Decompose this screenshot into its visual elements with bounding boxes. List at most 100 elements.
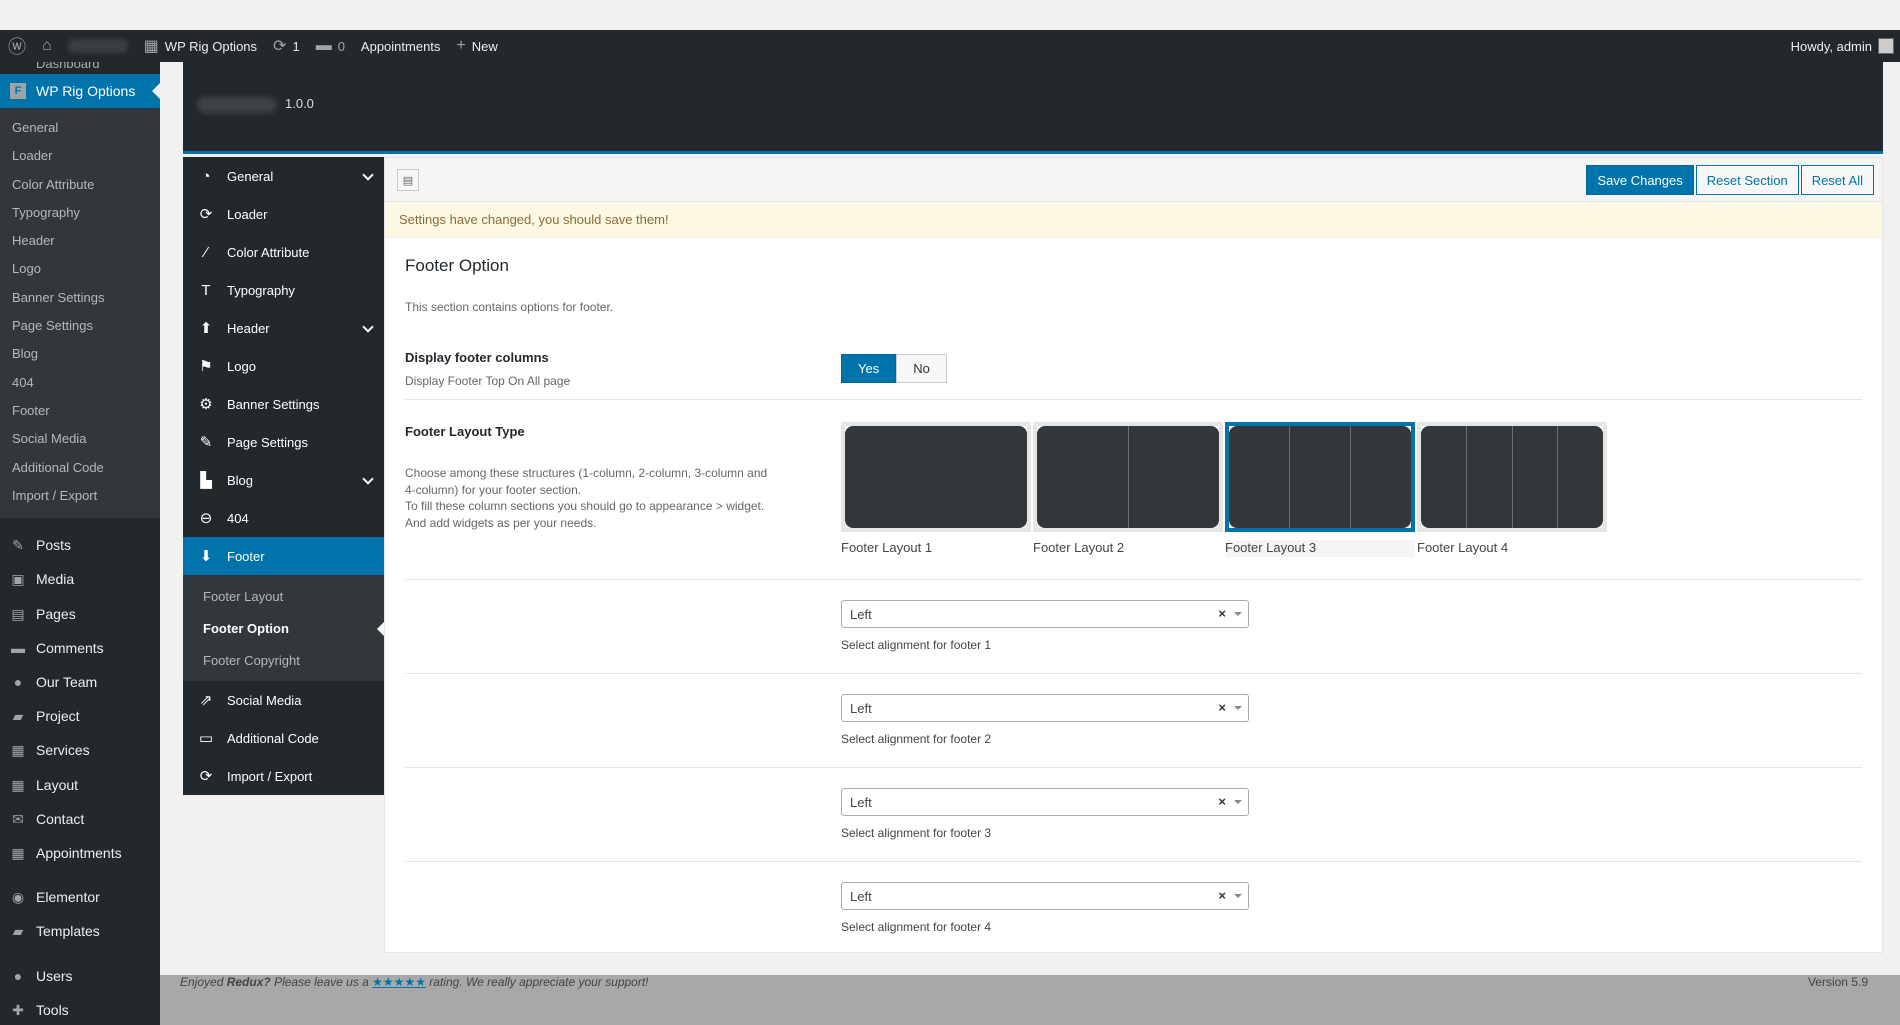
submenu-item-404[interactable]: 404 <box>0 369 160 397</box>
sidebar-item-pages[interactable]: ▤ Pages <box>0 597 160 631</box>
submenu-item-logo[interactable]: Logo <box>0 255 160 283</box>
submenu-item-footer[interactable]: Footer <box>0 397 160 425</box>
updates-link[interactable]: ⟳ 1 <box>265 30 308 62</box>
sidebar-item-our-team[interactable]: ● Our Team <box>0 665 160 699</box>
submenu-item-blog[interactable]: Blog <box>0 340 160 368</box>
expand-options-button[interactable]: ▤ <box>397 169 419 191</box>
submenu-item-header[interactable]: Header <box>0 227 160 255</box>
reset-section-button[interactable]: Reset Section <box>1695 165 1799 195</box>
dropdown-arrow-icon[interactable] <box>1234 706 1242 714</box>
sidebar-item-templates[interactable]: ▰ Templates <box>0 914 160 948</box>
footer-layout-option[interactable]: Footer Layout 1 <box>841 422 1031 557</box>
select-value: Left <box>850 888 872 904</box>
submenu-item-loader[interactable]: Loader <box>0 142 160 170</box>
alignment-select-footer-2[interactable]: Left × <box>841 694 1249 722</box>
subnav-item-footer-copyright[interactable]: Footer Copyright <box>183 645 384 677</box>
nav-item-social-media[interactable]: ⇗ Social Media <box>183 681 384 719</box>
nav-item-blog[interactable]: ▙ Blog <box>183 461 384 499</box>
nav-item-banner-settings[interactable]: ⚙ Banner Settings <box>183 385 384 423</box>
layout-column <box>1229 426 1290 528</box>
subnav-item-footer-layout[interactable]: Footer Layout <box>183 581 384 613</box>
footer-layout-option[interactable]: Footer Layout 2 <box>1033 422 1223 557</box>
footer-layout-option[interactable]: Footer Layout 3 <box>1225 422 1415 557</box>
nav-item-color-attribute[interactable]: ⁄ Color Attribute <box>183 233 384 271</box>
updates-count: 1 <box>292 38 300 54</box>
sidebar-item-appointments[interactable]: ▦ Appointments <box>0 836 160 870</box>
nav-item-logo[interactable]: ⚑ Logo <box>183 347 384 385</box>
alignment-select-footer-4[interactable]: Left × <box>841 882 1249 910</box>
sidebar-item-users[interactable]: ● Users <box>0 958 160 992</box>
reset-all-button[interactable]: Reset All <box>1800 165 1874 195</box>
nav-item-loader[interactable]: ⟳ Loader <box>183 195 384 233</box>
my-account[interactable]: Howdy, admin <box>1791 38 1900 54</box>
services-icon: ▦ <box>11 742 25 759</box>
admin-bar: ⓦ ⌂ ▦ WP Rig Options ⟳ 1 ▬ 0 Appointments +… <box>0 30 1900 62</box>
alignment-row-footer-3: Left × Select alignment for footer 3 <box>405 768 1862 862</box>
nav-item-footer[interactable]: ⬇ Footer <box>183 537 384 575</box>
sidebar-item-dashboard[interactable]: Dashboard <box>0 62 160 74</box>
submenu-item-additional-code[interactable]: Additional Code <box>0 454 160 482</box>
comments-count: 0 <box>337 38 345 54</box>
new-link[interactable]: + New <box>448 30 505 62</box>
nav-item-label: Color Attribute <box>227 244 310 260</box>
sidebar-item-layout[interactable]: ▦ Layout <box>0 767 160 801</box>
thanks-pre: Enjoyed <box>180 975 224 989</box>
nav-item-additional-code[interactable]: ▭ Additional Code <box>183 719 384 757</box>
sidebar-item-label: Project <box>36 708 80 725</box>
alignment-select-footer-3[interactable]: Left × <box>841 788 1249 816</box>
clear-icon[interactable]: × <box>1218 794 1226 809</box>
footer-layout-option[interactable]: Footer Layout 4 <box>1417 422 1607 557</box>
subnav-item-footer-option[interactable]: Footer Option <box>183 613 384 645</box>
folder-icon: ▰ <box>12 708 24 725</box>
alignment-select-footer-1[interactable]: Left × <box>841 600 1249 628</box>
sidebar-item-label: Posts <box>36 537 72 554</box>
site-title-link[interactable]: ▦ WP Rig Options <box>136 30 265 62</box>
dropdown-arrow-icon[interactable] <box>1234 612 1242 620</box>
sidebar-item-media[interactable]: ▣ Media <box>0 562 160 596</box>
save-changes-button[interactable]: Save Changes <box>1586 165 1694 195</box>
nav-item-general[interactable]: ◔ General <box>183 157 384 195</box>
submenu-item-page-settings[interactable]: Page Settings <box>0 312 160 340</box>
nav-item-404[interactable]: ⊖ 404 <box>183 499 384 537</box>
no-toggle[interactable]: No <box>896 354 947 383</box>
sidebar-item-contact[interactable]: ✉ Contact <box>0 802 160 836</box>
clear-icon[interactable]: × <box>1218 606 1226 621</box>
layout-column <box>1513 426 1559 528</box>
appointments-link[interactable]: Appointments <box>353 30 449 62</box>
sidebar-item-posts[interactable]: ✎ Posts <box>0 528 160 562</box>
comments-link[interactable]: ▬ 0 <box>308 30 353 62</box>
submenu-item-color-attribute[interactable]: Color Attribute <box>0 171 160 199</box>
submenu-item-import-export[interactable]: Import / Export <box>0 482 160 510</box>
wp-logo-icon[interactable]: ⓦ <box>0 30 34 62</box>
sidebar-item-project[interactable]: ▰ Project <box>0 699 160 733</box>
submenu-item-typography[interactable]: Typography <box>0 199 160 227</box>
sidebar-item-comments[interactable]: ▬ Comments <box>0 631 160 665</box>
nav-item-header[interactable]: ⬆ Header <box>183 309 384 347</box>
rating-link[interactable]: ★★★★★ <box>372 975 426 989</box>
clear-icon[interactable]: × <box>1218 700 1226 715</box>
nav-item-page-settings[interactable]: ✎ Page Settings <box>183 423 384 461</box>
yes-toggle[interactable]: Yes <box>841 354 897 383</box>
alignment-select-wrap: Left × Select alignment for footer 2 <box>841 694 1249 746</box>
sidebar-item-elementor[interactable]: ◉ Elementor <box>0 880 160 914</box>
dropdown-arrow-icon[interactable] <box>1234 894 1242 902</box>
menu-separator <box>0 870 160 880</box>
layout-type-row: Footer Layout Type Choose among these st… <box>405 400 1862 580</box>
home-icon[interactable]: ⌂ <box>34 30 60 62</box>
sidebar-item-wp-rig-options[interactable]: F WP Rig Options <box>0 74 160 108</box>
nav-item-import-export[interactable]: ⟳ Import / Export <box>183 757 384 795</box>
submenu-item-general[interactable]: General <box>0 114 160 142</box>
appointments-label: Appointments <box>360 38 441 54</box>
clear-icon[interactable]: × <box>1218 888 1226 903</box>
nav-item-typography[interactable]: T Typography <box>183 271 384 309</box>
scrollbar[interactable] <box>1892 62 1900 975</box>
section-title: Footer Option <box>405 256 509 275</box>
chevron-down-icon <box>362 473 374 485</box>
sidebar-item-tools[interactable]: ✚ Tools <box>0 993 160 1025</box>
submenu-item-social-media[interactable]: Social Media <box>0 425 160 453</box>
dropdown-arrow-icon[interactable] <box>1234 800 1242 808</box>
layout-columns <box>1229 426 1411 528</box>
layout-column <box>1421 426 1467 528</box>
submenu-item-banner-settings[interactable]: Banner Settings <box>0 284 160 312</box>
sidebar-item-services[interactable]: ▦ Services <box>0 733 160 767</box>
